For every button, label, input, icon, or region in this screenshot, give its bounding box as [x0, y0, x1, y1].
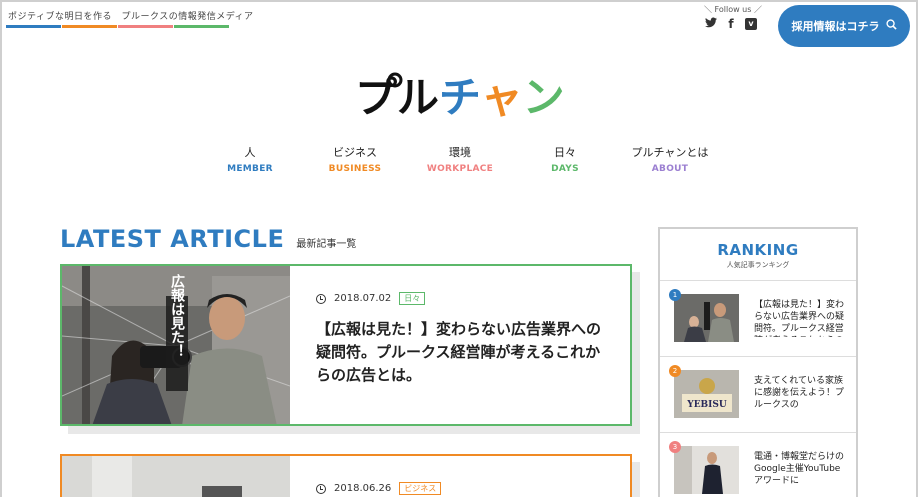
nav-days-en: DAYS	[551, 164, 579, 174]
nav-workplace[interactable]: 環境 WORKPLACE	[410, 144, 510, 174]
nav-business[interactable]: ビジネス BUSINESS	[305, 144, 405, 174]
ranking-item[interactable]: 2 YEBISU 支えてくれている家族に感謝を伝えよう！プルークスの	[660, 357, 856, 433]
nav-about-en: ABOUT	[651, 164, 689, 174]
article-thumbnail: 広報は見た！	[62, 266, 290, 424]
nav-days[interactable]: 日々 DAYS	[515, 144, 615, 174]
nav-workplace-jp: 環境	[449, 146, 471, 159]
ranking-item-title: 支えてくれている家族に感謝を伝えよう！プルークスの	[754, 376, 844, 410]
color-bar-green	[174, 25, 229, 28]
latest-article-heading: LATEST ARTICLE 最新記事一覧	[60, 225, 356, 253]
ranking-item-title: 電通・博報堂だらけのGoogle主催YouTubeアワードに	[754, 452, 844, 486]
nav-business-jp: ビジネス	[333, 146, 377, 159]
logo-text: プルチャン	[355, 73, 565, 122]
social-links: f v	[705, 17, 757, 31]
color-bar-blue	[6, 25, 61, 28]
ranking-sidebar: RANKING 人気記事ランキング 1 【広報は見た！】変わらない広告業界への疑…	[658, 227, 858, 497]
color-bars	[6, 25, 230, 28]
article-card[interactable]: 広報は見た！ 2018.07.02 日々 【広報は見た！】変わらない広告業界への…	[60, 264, 632, 426]
article-tag[interactable]: ビジネス	[399, 482, 442, 495]
nav-about[interactable]: プルチャンとは ABOUT	[620, 144, 720, 174]
article-date: 2018.06.26	[334, 483, 392, 494]
vimeo-icon[interactable]: v	[745, 18, 757, 30]
nav-business-en: BUSINESS	[328, 164, 382, 174]
rank-badge: 3	[669, 441, 681, 453]
article-title[interactable]: 【広報は見た！】変わらない広告業界への疑問符。プルークス経営陣が考えるこれからの…	[316, 318, 606, 387]
ranking-item[interactable]: 3 電通・博報堂だらけのGoogle主催YouTubeアワードに	[660, 433, 856, 497]
clock-icon	[316, 483, 326, 494]
nav-member-en: MEMBER	[227, 164, 273, 174]
nav-days-jp: 日々	[554, 146, 576, 159]
nav-workplace-en: WORKPLACE	[426, 164, 494, 174]
rank-badge: 1	[669, 289, 681, 301]
ranking-item-title: 【広報は見た！】変わらない広告業界への疑問符。プルークス経営陣が考えるこれからの…	[754, 300, 844, 337]
facebook-icon[interactable]: f	[725, 17, 737, 31]
nav-about-jp: プルチャンとは	[631, 146, 709, 159]
ranking-title-jp: 人気記事ランキング	[726, 261, 790, 269]
ranking-thumbnail	[674, 294, 739, 342]
clock-icon	[316, 293, 326, 304]
article-card[interactable]: 2018.06.26 ビジネス	[60, 454, 632, 497]
yebisu-label: YEBISU	[686, 400, 727, 410]
article-tag[interactable]: 日々	[399, 292, 426, 305]
recruit-button[interactable]: 採用情報はコチラ	[778, 5, 910, 47]
article-meta: 2018.06.26 ビジネス	[316, 482, 442, 495]
twitter-icon[interactable]	[705, 17, 717, 31]
ranking-header: RANKING 人気記事ランキング	[660, 229, 856, 281]
site-tagline: ポジティブな明日を作る プルークスの情報発信メディア	[8, 12, 254, 22]
article-date: 2018.07.02	[334, 293, 392, 304]
latest-title-jp: 最新記事一覧	[296, 239, 357, 250]
nav-member-jp: 人	[244, 146, 256, 159]
article-meta: 2018.07.02 日々	[316, 292, 426, 305]
color-bar-orange	[62, 25, 117, 28]
nav-member[interactable]: 人 MEMBER	[200, 144, 300, 174]
ranking-title-en: RANKING	[717, 241, 799, 259]
ranking-thumbnail: YEBISU	[674, 370, 739, 418]
rank-badge: 2	[669, 365, 681, 377]
site-logo[interactable]: プルチャン	[355, 68, 565, 124]
search-icon	[885, 19, 897, 33]
ranking-item[interactable]: 1 【広報は見た！】変わらない広告業界への疑問符。プルークス経営陣が考えるこれか…	[660, 281, 856, 357]
thumb-caption: 広報は見た！	[169, 273, 186, 358]
article-thumbnail	[62, 456, 290, 497]
recruit-button-label: 採用情報はコチラ	[791, 20, 880, 33]
latest-title-en: LATEST ARTICLE	[60, 225, 285, 253]
global-nav: 人 MEMBER ビジネス BUSINESS 環境 WORKPLACE 日々 D…	[200, 144, 720, 174]
ranking-thumbnail	[674, 446, 739, 494]
follow-us-label: ＼ Follow us ／	[704, 5, 762, 14]
color-bar-pink	[118, 25, 173, 28]
